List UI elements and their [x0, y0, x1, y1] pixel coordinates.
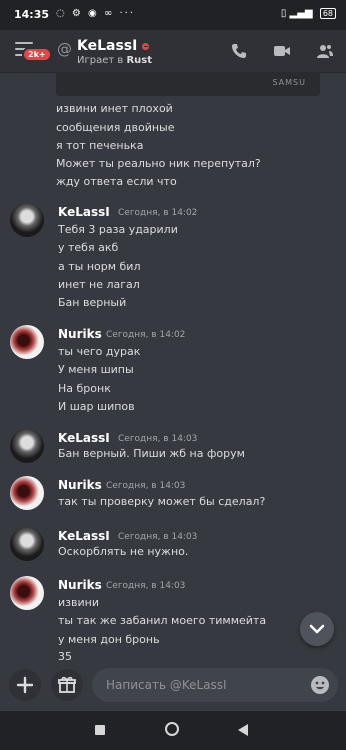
message-line: инет не лагал	[58, 278, 140, 291]
message-timestamp: Сегодня, в 14:03	[118, 434, 198, 444]
author-name[interactable]: Nuriks	[58, 578, 102, 592]
plus-icon	[16, 676, 34, 694]
activity-game: Rust	[126, 55, 153, 66]
message-line: 35	[58, 650, 72, 662]
message-line: извини	[58, 596, 99, 609]
home-icon[interactable]	[165, 722, 179, 736]
gift-icon	[58, 676, 76, 693]
gift-button[interactable]	[51, 669, 83, 701]
author-name[interactable]: KeLassI	[58, 529, 110, 543]
avatar[interactable]	[10, 325, 44, 359]
image-attachment[interactable]: SAMSU	[56, 72, 320, 96]
avatar[interactable]	[10, 429, 44, 463]
message-line: я тот печенька	[56, 139, 144, 152]
battery-icon: 68	[319, 8, 336, 19]
header-actions	[210, 42, 334, 64]
dm-user-name-text: KeLassI	[77, 38, 138, 54]
message-line: ты так же забанил моего тиммейта	[58, 614, 267, 627]
message-composer: Написать @KeLassI	[0, 663, 346, 711]
message-timestamp: Сегодня, в 14:03	[118, 532, 198, 542]
system-indicators: ▯ ▂▄▆ 68	[281, 8, 336, 19]
author-name[interactable]: KeLassI	[58, 205, 110, 219]
author-name[interactable]: Nuriks	[58, 327, 102, 341]
message-line: Оскорблять не нужно.	[58, 545, 189, 558]
status-bar: 14:35 ◌ ⚙ ◉ ∞ ··· ▯ ▂▄▆ 68	[0, 0, 346, 30]
chevron-down-icon	[309, 624, 325, 634]
message-timestamp: Сегодня, в 14:02	[106, 330, 186, 340]
message-line: Бан верный. Пиши жб на форум	[58, 447, 245, 460]
message-line: Может ты реально ник перепутал?	[56, 157, 261, 170]
message-line: извини инет плохой	[56, 102, 173, 115]
message-timestamp: Сегодня, в 14:03	[106, 481, 186, 491]
message-line: жду ответа если что	[56, 175, 177, 188]
message-line: На бронк	[58, 382, 111, 395]
avatar[interactable]	[10, 203, 44, 237]
clock: 14:35	[14, 8, 50, 21]
activity-status: Играет в Rust	[77, 55, 152, 66]
message-line: так ты проверку может бы сделал?	[58, 495, 266, 508]
message-line: у тебя акб	[58, 241, 119, 254]
vibrate-icon: ▯	[280, 8, 287, 19]
message-list[interactable]: SAMSU извини инет плохой сообщения двойн…	[0, 72, 346, 662]
video-call-icon[interactable]	[273, 42, 291, 60]
author-name[interactable]: Nuriks	[58, 478, 102, 492]
add-attachment-button[interactable]	[9, 669, 41, 701]
attachment-label: SAMSU	[272, 78, 306, 87]
activity-prefix: Играет в	[77, 55, 124, 66]
message-line: И шар шипов	[58, 400, 135, 413]
author-name[interactable]: KeLassI	[58, 431, 110, 445]
avatar[interactable]	[10, 527, 44, 561]
message-input-placeholder: Написать @KeLassI	[106, 678, 227, 692]
signal-icon: ▂▄▆	[289, 8, 313, 19]
member-list-icon[interactable]	[316, 42, 334, 60]
recents-icon[interactable]	[95, 725, 105, 735]
emoji-icon[interactable]	[311, 676, 329, 694]
message-line: Тебя 3 раза ударили	[58, 223, 178, 236]
message-input[interactable]: Написать @KeLassI	[92, 668, 338, 702]
dm-user-name[interactable]: KeLassI	[77, 38, 150, 54]
message-line: у меня дон бронь	[58, 633, 160, 646]
voice-call-icon[interactable]	[230, 42, 248, 60]
unread-badge: 2k+	[22, 47, 52, 62]
message-line: а ты норм бил	[58, 260, 141, 273]
message-line: сообщения двойные	[56, 121, 175, 134]
dnd-status-icon	[142, 42, 150, 50]
system-navigation-bar	[0, 711, 346, 750]
message-line: У меня шипы	[58, 363, 134, 376]
message-line: ты чего дурак	[58, 345, 141, 358]
avatar[interactable]	[10, 576, 44, 610]
channel-header: 2k+ @ KeLassI Играет в Rust	[0, 30, 346, 72]
avatar[interactable]	[10, 476, 44, 510]
message-timestamp: Сегодня, в 14:02	[118, 208, 198, 218]
at-icon: @	[57, 40, 72, 58]
notification-icons: ◌ ⚙ ◉ ∞ ···	[56, 8, 135, 19]
back-icon[interactable]	[238, 724, 248, 736]
jump-to-bottom-button[interactable]	[300, 612, 334, 646]
message-line: Бан верный	[58, 296, 127, 309]
message-timestamp: Сегодня, в 14:03	[106, 581, 186, 591]
